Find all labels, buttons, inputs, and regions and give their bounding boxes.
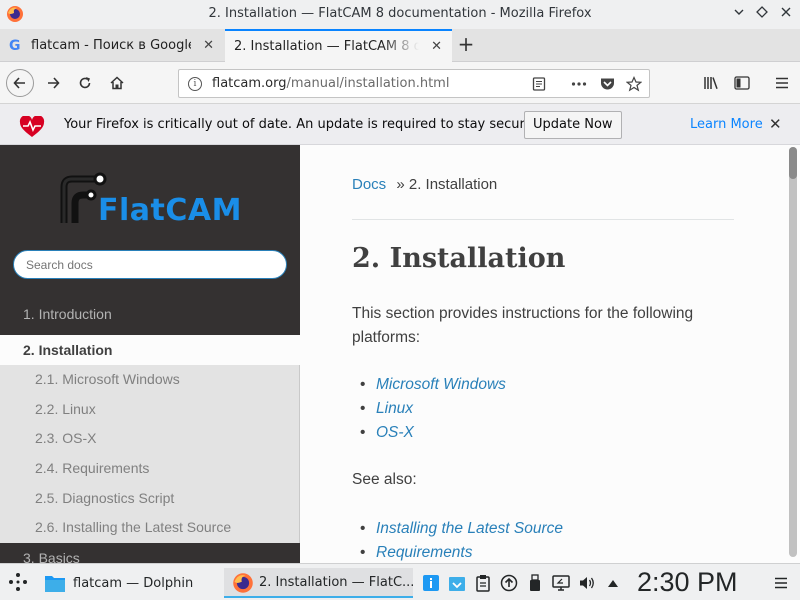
- update-arrow-icon[interactable]: [500, 574, 518, 592]
- bookmark-star-icon[interactable]: [624, 74, 644, 94]
- scrollbar-thumb[interactable]: [789, 147, 797, 179]
- task-label: 2. Installation — FlatC...: [259, 574, 415, 590]
- google-icon: G: [9, 37, 21, 54]
- tab-title: 2. Installation — FlatCAM 8 documentatio…: [234, 39, 419, 54]
- nav-item-microsoft-windows[interactable]: 2.1. Microsoft Windows: [0, 365, 300, 395]
- nav-bar: i flatcam.org/manual/installation.html: [0, 62, 800, 104]
- sidebar-header: FlatCAM: [0, 145, 300, 292]
- back-button[interactable]: [6, 69, 34, 97]
- app-launcher-icon[interactable]: [8, 572, 28, 596]
- new-tab-button[interactable]: +: [454, 29, 478, 62]
- panel-menu-icon[interactable]: [772, 574, 790, 592]
- url-bar[interactable]: i flatcam.org/manual/installation.html: [178, 69, 650, 98]
- package-updates-icon[interactable]: [448, 574, 466, 592]
- platform-list: Microsoft Windows Linux OS-X: [360, 373, 506, 445]
- nav-item-installing-latest-source[interactable]: 2.6. Installing the Latest Source: [0, 513, 300, 544]
- volume-icon[interactable]: [578, 574, 596, 592]
- forward-arrow-icon: [48, 77, 60, 89]
- update-now-button[interactable]: Update Now: [524, 111, 622, 139]
- home-button[interactable]: [103, 69, 131, 97]
- breadcrumb-current: 2. Installation: [408, 176, 498, 193]
- menu-button[interactable]: [768, 69, 796, 97]
- sidebar-toggle-button[interactable]: [728, 69, 756, 97]
- nav-item-installation[interactable]: 2. Installation: [0, 335, 300, 365]
- tab-installation[interactable]: 2. Installation — FlatCAM 8 documentatio…: [225, 29, 452, 62]
- reload-icon: [79, 77, 91, 89]
- hamburger-icon: [776, 77, 788, 89]
- heart-pulse-icon: [19, 115, 45, 142]
- info-icon[interactable]: i: [188, 77, 202, 91]
- page-viewport: FlatCAM 1. Introduction 2. Installation …: [0, 145, 800, 563]
- taskbar: flatcam — Dolphin 2. Installation — Flat…: [0, 563, 800, 600]
- reload-button[interactable]: [71, 69, 99, 97]
- page-actions-icon[interactable]: [569, 74, 589, 94]
- see-also-list: Installing the Latest Source Requirement…: [360, 517, 563, 563]
- tab-strip: G flatcam - Поиск в Google ✕ 2. Installa…: [0, 29, 800, 62]
- restore-icon[interactable]: [752, 4, 772, 24]
- usb-device-icon[interactable]: [526, 574, 544, 592]
- flatcam-logo-text[interactable]: FlatCAM: [98, 193, 242, 228]
- tab-title: flatcam - Поиск в Google: [31, 38, 191, 53]
- breadcrumb-docs-link[interactable]: Docs: [352, 176, 386, 193]
- see-also-label: See also:: [352, 471, 417, 488]
- nav-item-introduction[interactable]: 1. Introduction: [0, 292, 300, 335]
- tab-close-icon[interactable]: ✕: [203, 38, 214, 53]
- back-arrow-icon: [6, 69, 34, 97]
- home-icon: [110, 76, 124, 90]
- reader-view-icon[interactable]: [529, 74, 549, 94]
- firefox-icon: [232, 572, 254, 598]
- link-microsoft-windows[interactable]: Microsoft Windows: [360, 373, 506, 397]
- nav-item-requirements[interactable]: 2.4. Requirements: [0, 454, 300, 484]
- breadcrumb: Docs » 2. Installation: [352, 176, 497, 193]
- task-dolphin[interactable]: flatcam — Dolphin: [38, 568, 223, 598]
- library-button[interactable]: [697, 69, 725, 97]
- tab-close-icon[interactable]: ✕: [431, 39, 442, 54]
- chevron-down-icon[interactable]: [729, 4, 749, 24]
- link-installing-latest-source[interactable]: Installing the Latest Source: [360, 517, 563, 541]
- forward-button[interactable]: [39, 69, 67, 97]
- link-linux[interactable]: Linux: [360, 397, 506, 421]
- pocket-icon[interactable]: [597, 74, 617, 94]
- info-tray-icon[interactable]: [422, 574, 440, 592]
- notification-message: Your Firefox is critically out of date. …: [64, 117, 533, 132]
- task-firefox[interactable]: 2. Installation — FlatC...: [224, 568, 415, 598]
- url-text[interactable]: flatcam.org/manual/installation.html: [212, 76, 449, 91]
- close-icon[interactable]: [776, 4, 796, 24]
- tab-google-search[interactable]: G flatcam - Поиск в Google ✕: [0, 29, 224, 62]
- nav-item-os-x[interactable]: 2.3. OS-X: [0, 424, 300, 455]
- network-icon[interactable]: [552, 574, 570, 592]
- window-title: 2. Installation — FlatCAM 8 documentatio…: [208, 6, 592, 21]
- page-title: 2. Installation: [352, 243, 566, 274]
- sidebar-icon: [734, 76, 750, 90]
- link-requirements[interactable]: Requirements: [360, 541, 563, 563]
- divider: [352, 219, 734, 220]
- search-docs-input[interactable]: [13, 250, 287, 279]
- nav-item-diagnostics-script[interactable]: 2.5. Diagnostics Script: [0, 483, 300, 514]
- folder-icon: [44, 573, 66, 597]
- doc-content: Docs » 2. Installation 2. Installation T…: [300, 145, 786, 563]
- update-notification-bar: Your Firefox is critically out of date. …: [0, 104, 800, 145]
- clock[interactable]: 2:30 PM: [637, 567, 738, 598]
- nav-item-linux[interactable]: 2.2. Linux: [0, 394, 300, 425]
- intro-paragraph: This section provides instructions for t…: [352, 305, 694, 346]
- window-titlebar: 2. Installation — FlatCAM 8 documentatio…: [0, 0, 800, 29]
- nav-item-basics[interactable]: 3. Basics: [0, 543, 300, 563]
- scrollbar-track[interactable]: [789, 147, 797, 557]
- breadcrumb-separator: »: [396, 176, 405, 193]
- task-label: flatcam — Dolphin: [73, 575, 194, 591]
- learn-more-link[interactable]: Learn More: [690, 117, 763, 132]
- tray-expand-icon[interactable]: [604, 574, 622, 592]
- doc-nav-list: 1. Introduction 2. Installation 2.1. Mic…: [0, 292, 300, 563]
- library-icon: [704, 77, 718, 90]
- doc-sidebar: FlatCAM 1. Introduction 2. Installation …: [0, 145, 300, 563]
- clipboard-icon[interactable]: [474, 574, 492, 592]
- link-os-x[interactable]: OS-X: [360, 421, 506, 445]
- notification-close-icon[interactable]: ✕: [769, 115, 782, 133]
- page-scrollbar[interactable]: [786, 145, 800, 563]
